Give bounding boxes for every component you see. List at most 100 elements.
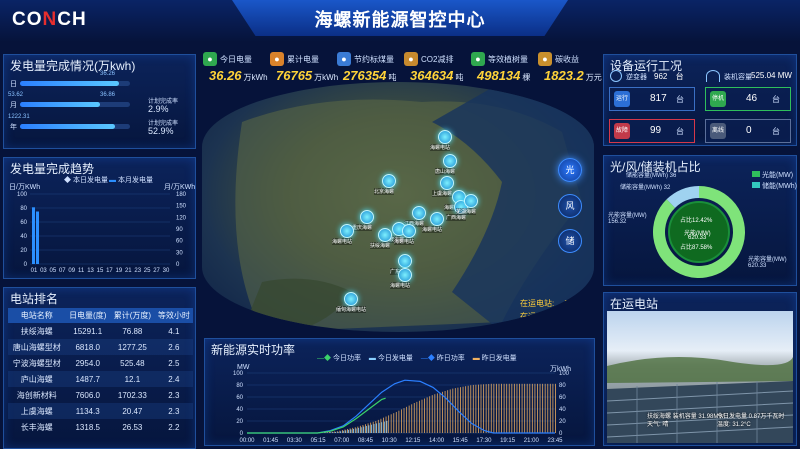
station-marker[interactable]	[402, 224, 416, 238]
rt-bar-yesterday	[447, 390, 449, 433]
rt-x-tick: 03:30	[287, 438, 303, 444]
table-row[interactable]: 长丰海螺 1318.5 26.53 2.2	[8, 419, 193, 435]
station-marker[interactable]	[344, 292, 358, 306]
station-marker[interactable]	[443, 154, 457, 168]
stat-label: 碳收益	[555, 55, 579, 64]
stat-unit: 吨	[388, 73, 397, 82]
solar-button[interactable]: 光	[558, 158, 582, 182]
table-row[interactable]: 宁波海螺型材 2954.0 525.48 2.5	[8, 355, 193, 371]
rt-bar-yesterday	[534, 383, 536, 433]
device-status-0[interactable]: 运行 817 台	[609, 87, 695, 111]
rt-bar-yesterday	[495, 383, 497, 433]
station-marker[interactable]	[464, 194, 478, 208]
rt-bar-yesterday	[375, 421, 377, 433]
rt-bar-yesterday	[431, 395, 433, 433]
rt-bar-today	[340, 431, 342, 433]
trend-x-tick: 27	[153, 268, 160, 274]
inverter-count: 962 台	[654, 72, 684, 81]
rt-bar-yesterday	[539, 383, 541, 433]
rt-bar-yesterday	[429, 396, 431, 433]
trend-y-right-tick: 150	[176, 204, 187, 210]
rt-bar-yesterday	[357, 426, 359, 433]
device-status-3[interactable]: 离线 0 台	[705, 119, 791, 143]
rt-bar-today	[327, 432, 329, 433]
rt-bar-yesterday	[390, 414, 392, 433]
rt-bar-yesterday	[416, 401, 418, 433]
ranking-table: 电站名称 日电量(度) 累计(万度) 等效小时 扶绥海螺 15291.1 76.88 4.1…	[8, 308, 193, 435]
station-marker[interactable]	[378, 228, 392, 242]
station-marker[interactable]	[340, 224, 354, 238]
storage-button[interactable]: 储	[558, 229, 582, 253]
rt-bar-today	[383, 421, 385, 433]
inner-value-solar: 620.33	[688, 235, 707, 241]
rt-bar-today	[342, 430, 344, 433]
rt-bar-today	[355, 428, 357, 433]
rt-bar-yesterday	[547, 383, 549, 433]
rt-bar-yesterday	[516, 383, 518, 433]
station-marker[interactable]	[398, 254, 412, 268]
share-legend-storage: 储能(MWh)	[752, 181, 797, 191]
device-status-1[interactable]: 停机 46 台	[705, 87, 791, 111]
rt-bar-yesterday	[439, 392, 441, 433]
table-row[interactable]: 海创新材料 7606.0 1702.33 2.3	[8, 387, 193, 403]
trend-y-left-tick: 0	[24, 262, 28, 268]
completion-left-val: 53.62	[8, 92, 24, 98]
rt-x-tick: 00:00	[239, 438, 255, 444]
ranking-cell: 1702.33	[117, 390, 147, 400]
stat-label: CO2减排	[421, 55, 454, 64]
rt-bar-yesterday	[413, 403, 415, 433]
trend-y-left-tick: 60	[20, 220, 27, 226]
rt-bar-yesterday	[454, 388, 456, 433]
truck-icon: ●	[337, 52, 351, 66]
share-legend-solar: 光能(MW)	[752, 170, 793, 180]
rt-bar-yesterday	[401, 409, 402, 433]
rt-bar-yesterday	[362, 425, 364, 433]
rt-x-tick: 21:00	[524, 438, 540, 444]
rt-bar-yesterday	[467, 385, 469, 433]
device-status-2[interactable]: 故障 99 台	[609, 119, 695, 143]
completion-rate: 2.9%	[148, 104, 169, 114]
completion-bar	[20, 81, 130, 86]
stat-2: ● 节约标煤量 276354 吨	[337, 52, 403, 84]
rt-bar-yesterday	[339, 430, 341, 433]
table-row[interactable]: 上虞海螺 1134.3 20.47 2.3	[8, 403, 193, 419]
stat-label: 等效植树量	[488, 55, 528, 64]
station-marker[interactable]	[440, 176, 454, 190]
china-map[interactable]: 海螺电站唐山海螺北京海螺上虞海螺海螺电站重庆海螺江西海螺广西海螺芜湖海螺海螺电站…	[202, 82, 594, 332]
stat-unit: 万元	[585, 73, 602, 82]
rt-bar-yesterday	[434, 394, 436, 433]
table-row[interactable]: 庐山海螺 1487.7 12.1 2.4	[8, 371, 193, 387]
rt-bar-today	[358, 427, 360, 433]
ranking-col-header[interactable]: 日电量(度)	[65, 308, 111, 323]
page-title: 海螺新能源智控中心	[314, 10, 486, 30]
ranking-col-header[interactable]: 累计(万度)	[110, 308, 155, 323]
rt-bar-yesterday	[393, 413, 395, 433]
station-marker[interactable]	[412, 206, 426, 220]
rt-y-left-tick: 20	[236, 419, 243, 425]
rt-bar-yesterday	[395, 411, 397, 433]
ranking-cell: 4.1	[168, 326, 180, 336]
ranking-col-header[interactable]: 电站名称	[8, 308, 66, 323]
realtime-title: 新能源实时功率	[211, 343, 296, 357]
completion-right-val: 36.86	[100, 92, 116, 98]
table-row[interactable]: 唐山海螺型材 6818.0 1277.25 2.6	[8, 339, 193, 355]
station-marker[interactable]	[438, 130, 452, 144]
station-marker[interactable]	[398, 268, 412, 282]
completion-rate: 52.9%	[148, 126, 174, 136]
station-marker[interactable]	[360, 210, 374, 224]
rt-bar-yesterday	[542, 383, 544, 433]
table-row[interactable]: 扶绥海螺 15291.1 76.88 4.1	[8, 323, 193, 339]
rt-bar-yesterday	[529, 383, 531, 433]
completion-bar	[20, 102, 130, 107]
station-marker[interactable]	[430, 212, 444, 226]
inverter-icon	[610, 70, 622, 82]
rt-bar-yesterday	[531, 383, 533, 433]
trend-y-left-tick: 100	[17, 192, 28, 198]
wind-button[interactable]: 风	[558, 194, 582, 218]
trend-legend-day: ◆ 本日发电量	[64, 177, 108, 184]
ranking-cell: 2954.0	[75, 358, 100, 368]
rt-bar-yesterday	[383, 417, 384, 433]
stat-label: 节约标煤量	[354, 55, 394, 64]
station-marker[interactable]	[382, 174, 396, 188]
ranking-col-header[interactable]: 等效小时	[154, 308, 193, 323]
